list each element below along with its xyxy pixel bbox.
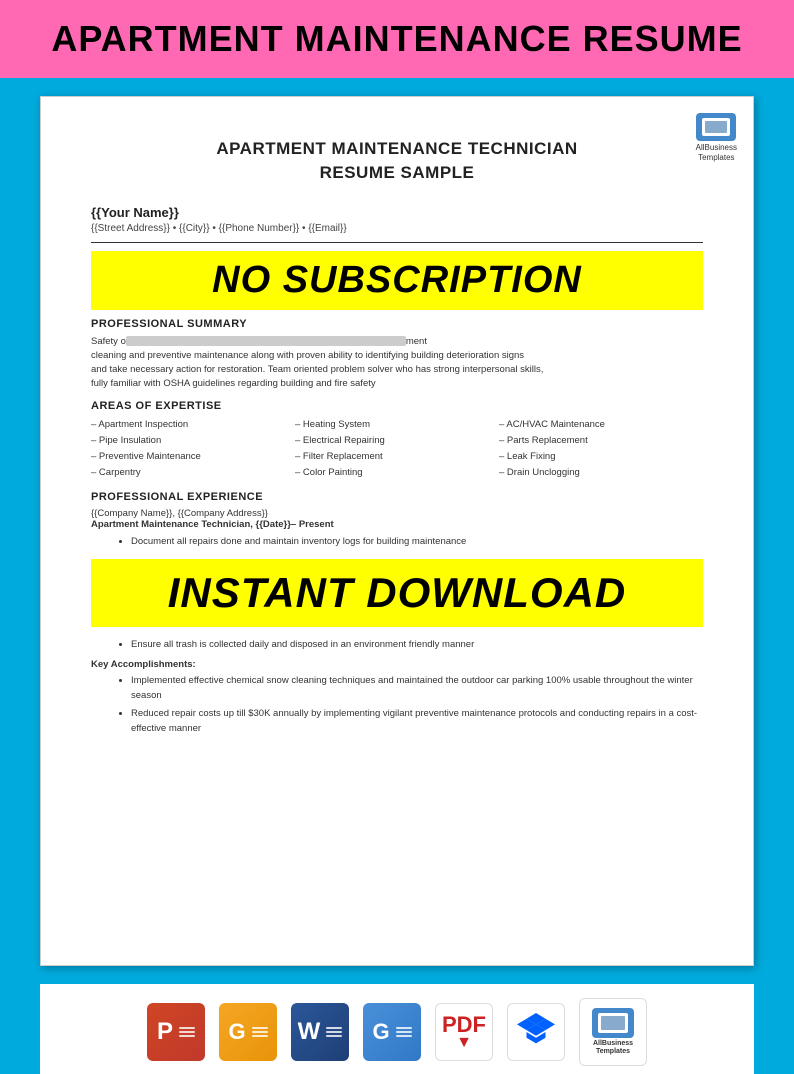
slides-lines xyxy=(252,1027,268,1037)
doc-title: APARTMENT MAINTENANCE TECHNICIAN RESUME … xyxy=(91,137,703,185)
footer-icons: P G W xyxy=(40,984,754,1074)
word-icon[interactable]: W xyxy=(291,1003,349,1061)
instant-download-label: INSTANT DOWNLOAD xyxy=(168,569,627,616)
expertise-item: – Carpentry xyxy=(91,465,295,481)
accomplishment-1: Implemented effective chemical snow clea… xyxy=(131,673,703,703)
expertise-col2: – Heating System – Electrical Repairing … xyxy=(295,417,499,482)
expertise-item: – Leak Fixing xyxy=(499,449,703,465)
bullet-item-2: Ensure all trash is collected daily and … xyxy=(131,637,703,652)
instant-download-banner[interactable]: INSTANT DOWNLOAD xyxy=(91,559,703,627)
docs-lines xyxy=(396,1027,412,1037)
no-subscription-banner: NO SUBSCRIPTION xyxy=(91,251,703,310)
experience-block: {{Company Name}}, {{Company Address}} Ap… xyxy=(91,508,703,549)
professional-experience-heading: PROFESSIONAL EXPERIENCE xyxy=(91,491,703,503)
profile-text: Safety oment cleaning and preventive mai… xyxy=(91,335,703,392)
powerpoint-lines xyxy=(179,1027,195,1037)
accomplishment-2: Reduced repair costs up till $30K annual… xyxy=(131,706,703,736)
expertise-item: – Color Painting xyxy=(295,465,499,481)
allbusiness-logo: AllBusiness Templates xyxy=(696,113,737,162)
docs-letter: G xyxy=(372,1019,389,1045)
powerpoint-letter: P xyxy=(157,1018,173,1046)
expertise-item: – Electrical Repairing xyxy=(295,433,499,449)
expertise-item: – Pipe Insulation xyxy=(91,433,295,449)
logo-screen xyxy=(702,118,730,136)
page-title: APARTMENT MAINTENANCE RESUME xyxy=(10,18,784,60)
pdf-arrow: ▼ xyxy=(456,1034,472,1052)
logo-icon-box xyxy=(696,113,736,141)
pdf-icon[interactable]: PDF ▼ xyxy=(435,1003,493,1061)
footer-allbiz-text: AllBusinessTemplates xyxy=(593,1040,633,1057)
placeholder-address: {{Street Address}} • {{City}} • {{Phone … xyxy=(91,223,703,234)
divider-top xyxy=(91,242,703,243)
footer-logo-inner xyxy=(601,1016,625,1030)
expertise-item: – Heating System xyxy=(295,417,499,433)
powerpoint-icon[interactable]: P xyxy=(147,1003,205,1061)
allbiz-footer-icon[interactable]: AllBusinessTemplates xyxy=(579,998,647,1066)
footer-logo-screen xyxy=(598,1013,628,1033)
expertise-col1: – Apartment Inspection – Pipe Insulation… xyxy=(91,417,295,482)
areas-of-expertise-heading: AREAS OF EXPERTISE xyxy=(91,400,703,412)
logo-text: AllBusiness Templates xyxy=(696,143,737,162)
expertise-item: – Parts Replacement xyxy=(499,433,703,449)
expertise-item: – Drain Unclogging xyxy=(499,465,703,481)
logo-screen-inner xyxy=(705,121,727,133)
placeholder-name: {{Your Name}} xyxy=(91,205,703,220)
slides-icon[interactable]: G xyxy=(219,1003,277,1061)
key-accomplishments-label: Key Accomplishments: xyxy=(91,659,703,670)
expertise-item: – Apartment Inspection xyxy=(91,417,295,433)
expertise-item: – AC/HVAC Maintenance xyxy=(499,417,703,433)
header-banner: APARTMENT MAINTENANCE RESUME xyxy=(0,0,794,78)
no-subscription-label: NO SUBSCRIPTION xyxy=(212,259,582,301)
expertise-item: – Preventive Maintenance xyxy=(91,449,295,465)
footer-allbiz-logo: AllBusinessTemplates xyxy=(592,1008,634,1057)
job-title-line: Apartment Maintenance Technician, {{Date… xyxy=(91,519,703,530)
professional-summary-heading: PROFESSIONAL SUMMARY xyxy=(91,318,703,330)
expertise-col3: – AC/HVAC Maintenance – Parts Replacemen… xyxy=(499,417,703,482)
document-wrapper: AllBusiness Templates APARTMENT MAINTENA… xyxy=(40,96,754,966)
dropbox-icon[interactable] xyxy=(507,1003,565,1061)
expertise-grid: – Apartment Inspection – Pipe Insulation… xyxy=(91,417,703,482)
company-line: {{Company Name}}, {{Company Address}} xyxy=(91,508,703,519)
slides-letter: G xyxy=(228,1019,245,1045)
bullet-item-1: Document all repairs done and maintain i… xyxy=(131,534,703,549)
footer-logo-box xyxy=(592,1008,634,1038)
docs-icon[interactable]: G xyxy=(363,1003,421,1061)
expertise-item: – Filter Replacement xyxy=(295,449,499,465)
redacted-text xyxy=(126,336,406,346)
doc-title-text: APARTMENT MAINTENANCE TECHNICIAN RESUME … xyxy=(91,137,703,185)
word-lines xyxy=(326,1027,342,1037)
word-letter: W xyxy=(298,1018,321,1046)
dropbox-svg xyxy=(517,1013,555,1051)
